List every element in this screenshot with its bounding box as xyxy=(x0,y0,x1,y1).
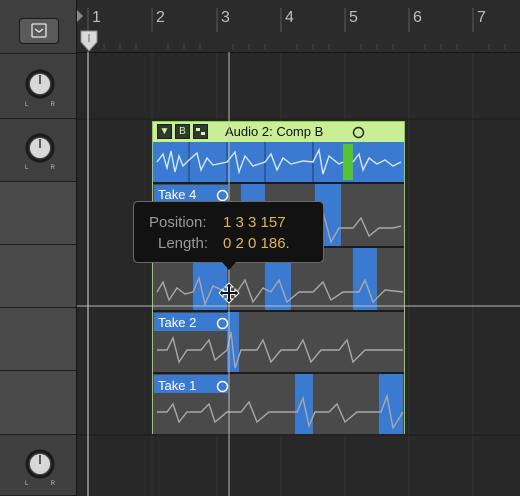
length-label: Length: xyxy=(158,235,209,252)
length-value: 0 2 0 186. xyxy=(223,235,290,252)
position-tooltip: Position: 1 3 3 157 Length: 0 2 0 186. xyxy=(133,201,324,263)
move-cursor-icon xyxy=(218,282,240,304)
tooltip-arrow xyxy=(222,262,236,270)
position-label: Position: xyxy=(149,214,207,231)
position-value: 1 3 3 157 xyxy=(223,214,286,231)
arrange-window: L R L R L R 1 2 3 4 5 6 7 ▼ B Audio 2: C… xyxy=(0,0,520,496)
